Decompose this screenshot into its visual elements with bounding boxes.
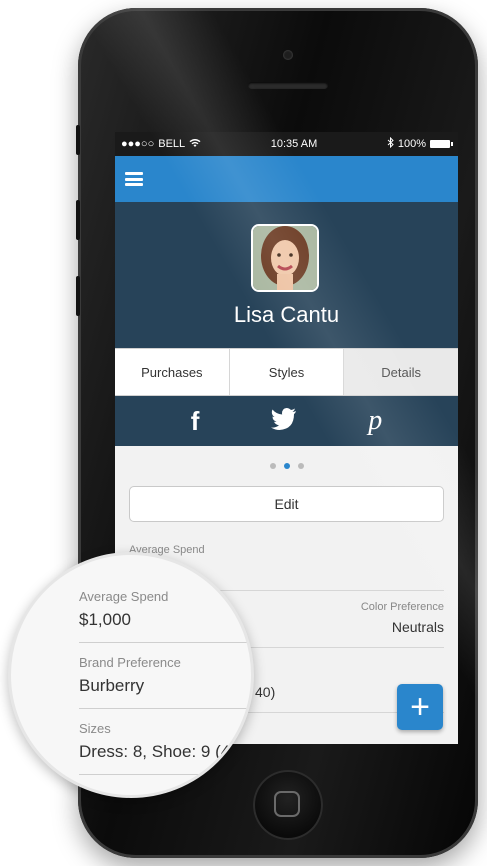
add-button[interactable]: + [397, 684, 443, 730]
mute-switch [76, 125, 80, 155]
magnified-average-spend-value: $1,000 [79, 610, 131, 629]
magnified-average-spend: Average Spend $1,000 [79, 589, 251, 643]
page-indicator [129, 446, 444, 486]
nav-bar [115, 156, 458, 202]
magnified-sizes-label: Sizes [79, 721, 111, 736]
page-dot[interactable] [297, 463, 304, 469]
average-spend-label: Average Spend [129, 544, 205, 556]
social-bar: f p [115, 396, 458, 446]
time-label: 10:35 AM [270, 138, 318, 150]
magnified-brand-value: Burberry [79, 676, 145, 695]
hamburger-menu-icon[interactable] [125, 172, 143, 186]
page-dot-active[interactable] [283, 463, 290, 469]
battery-icon [430, 140, 453, 148]
edit-button[interactable]: Edit [129, 486, 444, 522]
status-bar: ●●●○○ BELL 10:35 AM 100% [115, 132, 458, 156]
tab-purchases[interactable]: Purchases [115, 349, 230, 395]
avatar [251, 224, 319, 292]
magnified-sizes-value: Dress: 8, Shoe: 9 (4 [79, 742, 231, 761]
signal-icon: ●●●○○ [121, 138, 155, 150]
bluetooth-icon [387, 136, 394, 151]
magnified-average-spend-label: Average Spend [79, 589, 169, 604]
front-camera [283, 50, 293, 60]
pinterest-icon[interactable]: p [368, 405, 382, 437]
wifi-icon [189, 138, 201, 151]
magnified-sizes: Sizes Dress: 8, Shoe: 9 (4 [79, 721, 251, 775]
magnified-details: Average Spend $1,000 Brand Preference Bu… [79, 589, 251, 787]
carrier-label: BELL [158, 138, 186, 150]
volume-up-button [76, 200, 80, 240]
tab-styles[interactable]: Styles [230, 349, 345, 395]
volume-down-button [76, 276, 80, 316]
home-square-icon [274, 791, 300, 817]
tab-details[interactable]: Details [344, 349, 458, 395]
battery-percent: 100% [397, 138, 426, 150]
profile-name: Lisa Cantu [233, 302, 340, 327]
page-dot[interactable] [269, 463, 276, 469]
tab-bar: Purchases Styles Details [115, 348, 458, 396]
profile-header: Lisa Cantu [115, 202, 458, 348]
magnifier-lens: Average Spend $1,000 Brand Preference Bu… [8, 552, 254, 798]
magnified-brand-preference: Brand Preference Burberry [79, 655, 251, 709]
magnified-brand-label: Brand Preference [79, 655, 181, 670]
twitter-icon[interactable] [270, 407, 297, 435]
facebook-icon[interactable]: f [191, 406, 200, 437]
home-button[interactable] [253, 770, 323, 840]
earpiece-speaker [248, 82, 328, 89]
